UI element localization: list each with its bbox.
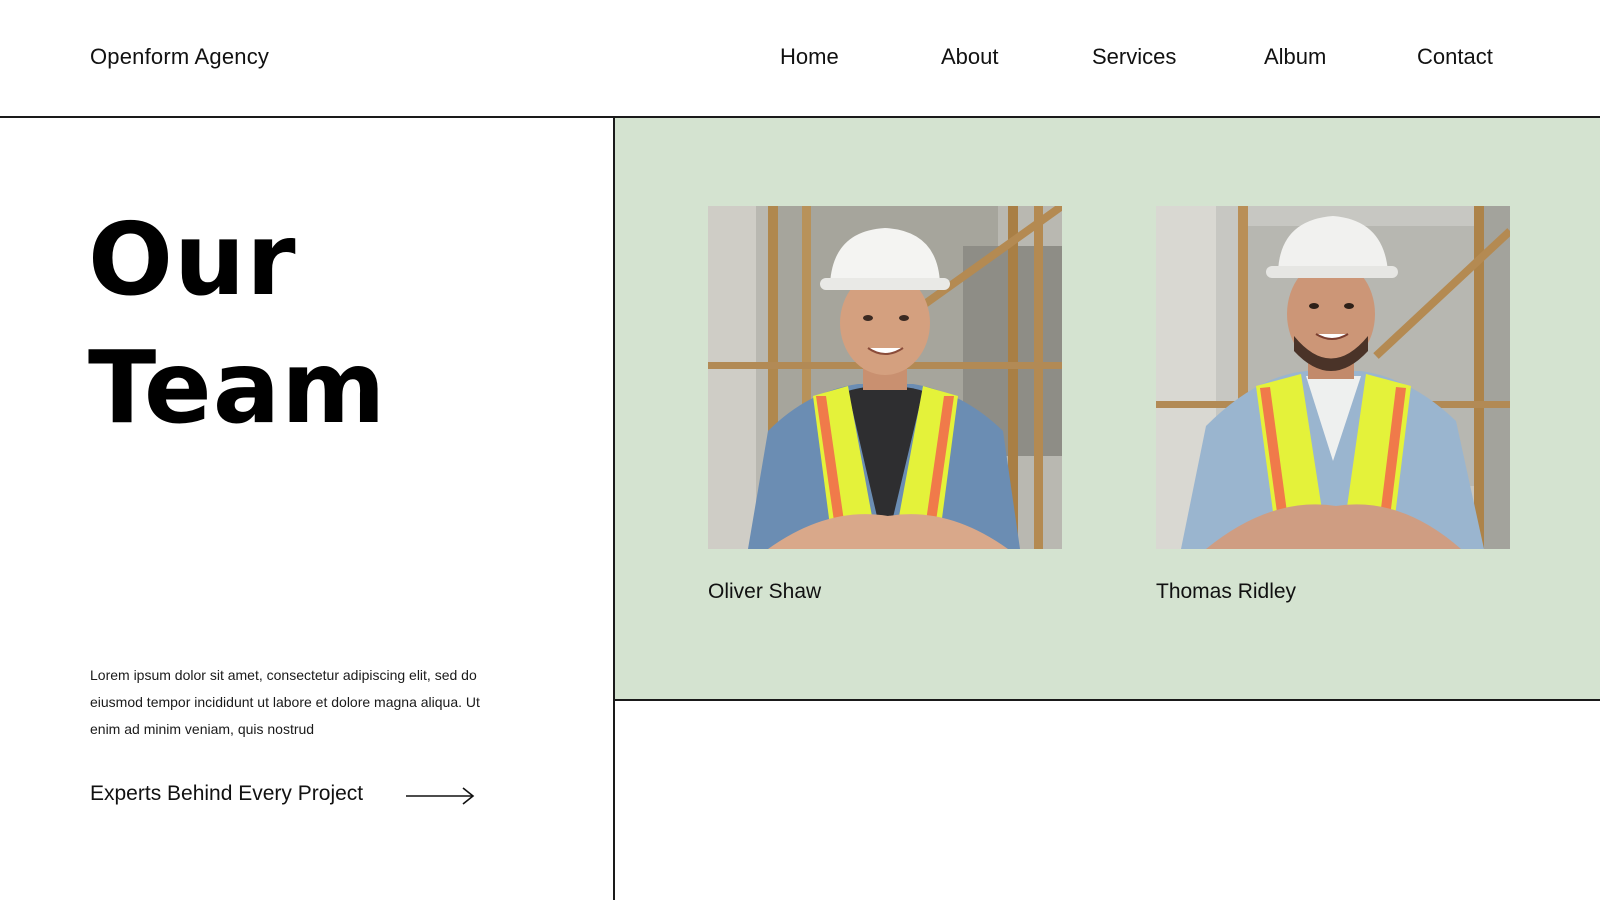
title-line-our: Our bbox=[88, 201, 297, 318]
site-header: Openform Agency Home About Services Albu… bbox=[0, 0, 1600, 118]
title-line-team: Team bbox=[88, 329, 387, 446]
nav-contact[interactable]: Contact bbox=[1417, 44, 1493, 70]
experts-link-label: Experts Behind Every Project bbox=[90, 782, 364, 805]
page-title: Our Team bbox=[88, 196, 386, 452]
experts-link[interactable]: Experts Behind Every Project bbox=[90, 782, 490, 814]
horizontal-divider bbox=[614, 699, 1600, 701]
main-nav: Home About Services Album Contact bbox=[0, 44, 1600, 74]
team-member-photo bbox=[708, 206, 1062, 549]
nav-album[interactable]: Album bbox=[1264, 44, 1326, 70]
team-member-name: Oliver Shaw bbox=[708, 580, 822, 603]
team-member-photo bbox=[1156, 206, 1510, 549]
nav-services[interactable]: Services bbox=[1092, 44, 1176, 70]
arrow-right-icon[interactable] bbox=[406, 786, 476, 806]
team-member-name: Thomas Ridley bbox=[1156, 580, 1297, 603]
nav-home[interactable]: Home bbox=[780, 44, 839, 70]
nav-about[interactable]: About bbox=[941, 44, 999, 70]
intro-paragraph: Lorem ipsum dolor sit amet, consectetur … bbox=[90, 667, 480, 737]
vertical-divider bbox=[613, 118, 615, 900]
